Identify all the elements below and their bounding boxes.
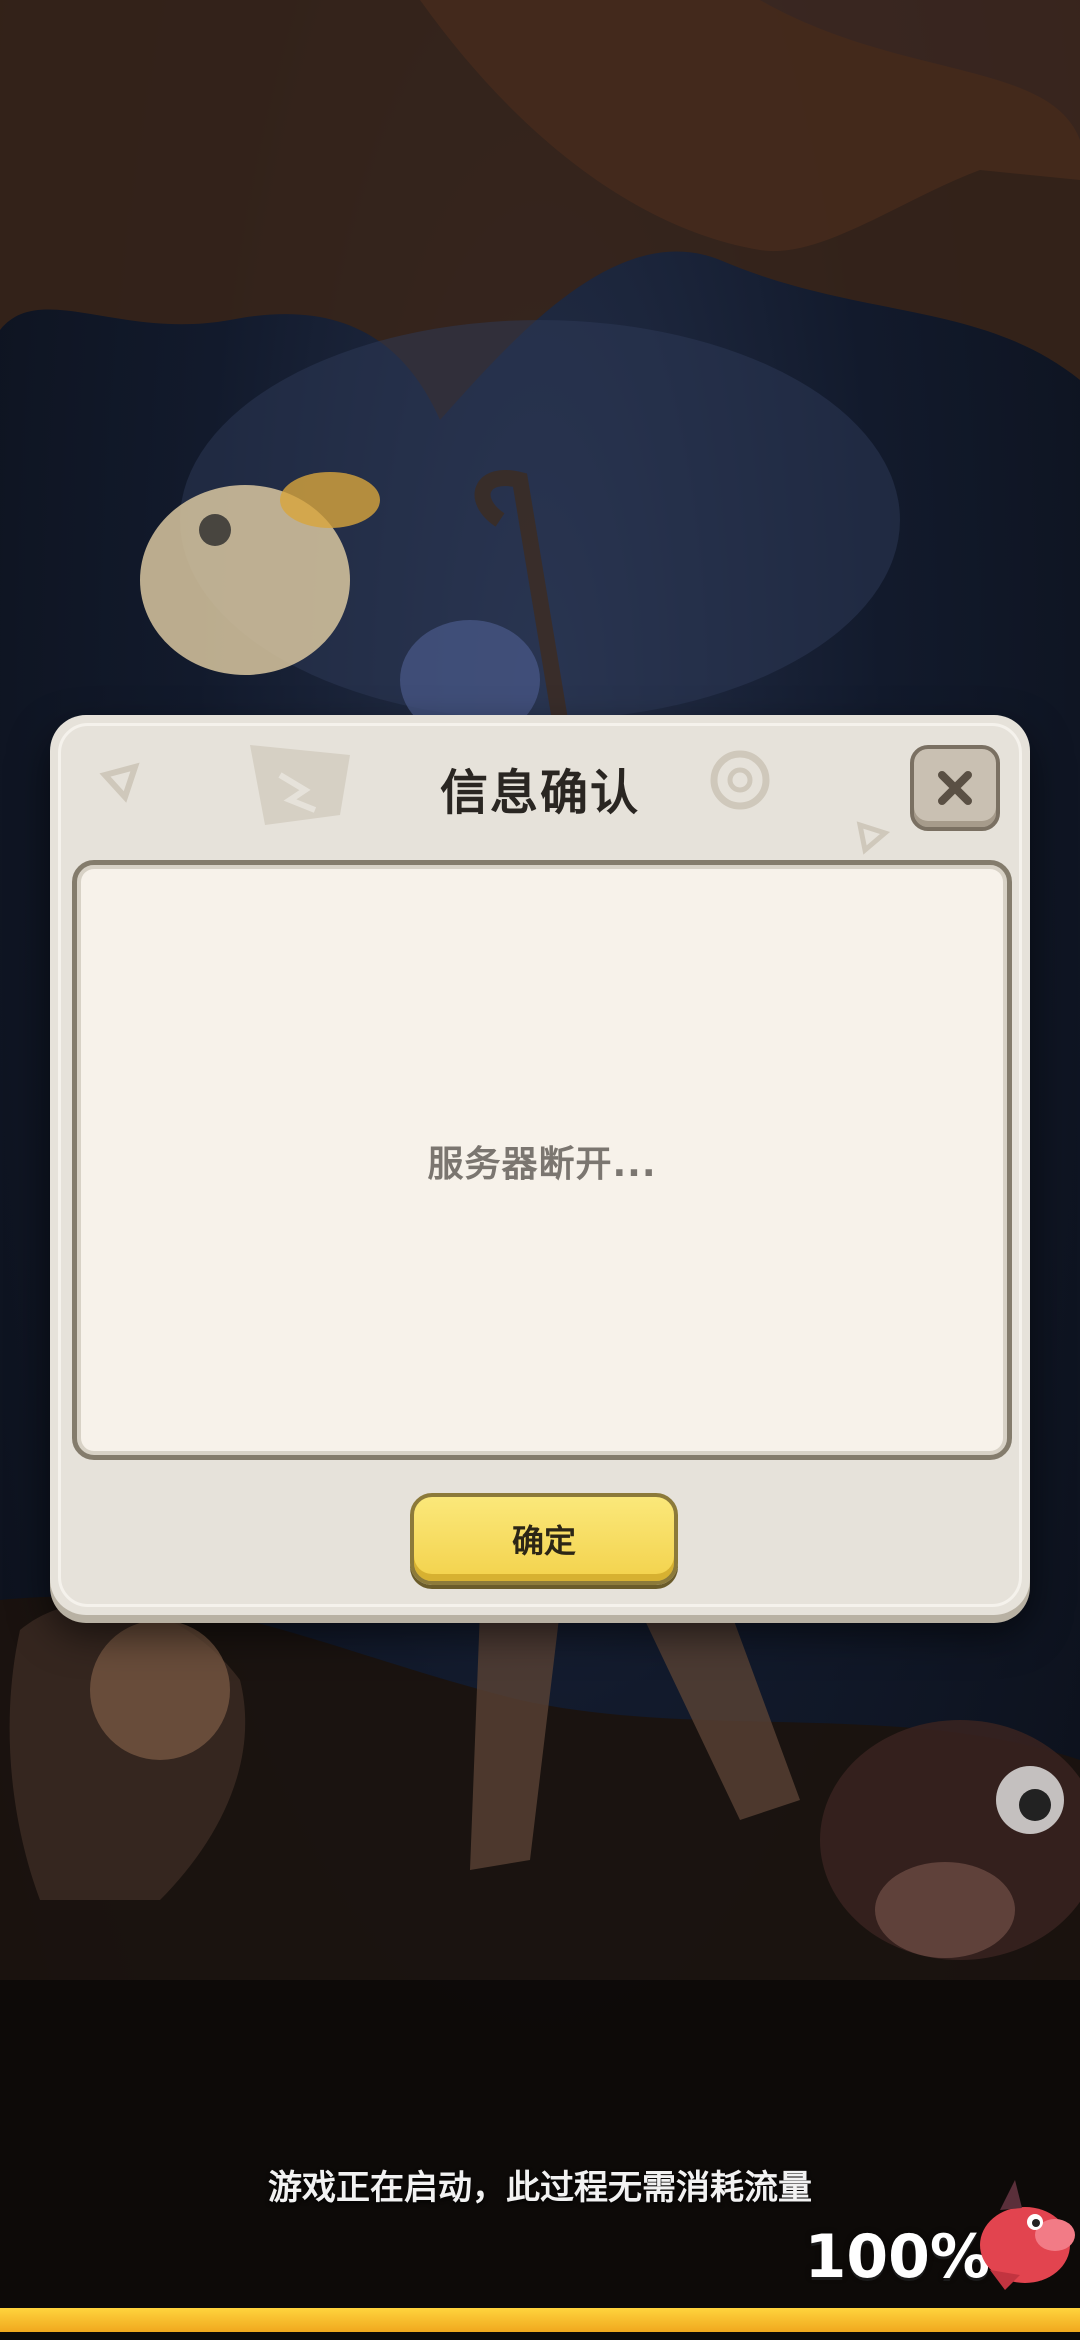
pig-mascot-icon: [980, 2180, 1075, 2290]
message-panel: 服务器断开...: [72, 860, 1012, 1460]
chick-eye: [199, 514, 231, 546]
progress-bar-fill: [0, 2308, 1080, 2332]
character-face: [90, 1620, 230, 1760]
close-button[interactable]: [910, 745, 1000, 831]
info-confirm-dialog: 信息确认 服务器断开... 确定: [50, 715, 1030, 1615]
dialog-title: 信息确认: [439, 765, 640, 821]
chick-wing: [280, 472, 380, 528]
confirm-button[interactable]: 确定: [410, 1493, 678, 1585]
game-screen: 信息确认 服务器断开... 确定 游戏正在启动，此过程无需消耗流量 100%: [0, 0, 1080, 2340]
boar-snout: [875, 1862, 1015, 1958]
loading-status-text: 游戏正在启动，此过程无需消耗流量: [268, 2168, 812, 2208]
boar-pupil: [1019, 1789, 1051, 1821]
deco-triangle-right: [856, 821, 891, 855]
confirm-button-label: 确定: [511, 1522, 576, 1560]
progress-bar: [0, 2308, 1080, 2332]
close-icon: [938, 771, 972, 805]
dialog-message: 服务器断开...: [427, 1144, 657, 1185]
